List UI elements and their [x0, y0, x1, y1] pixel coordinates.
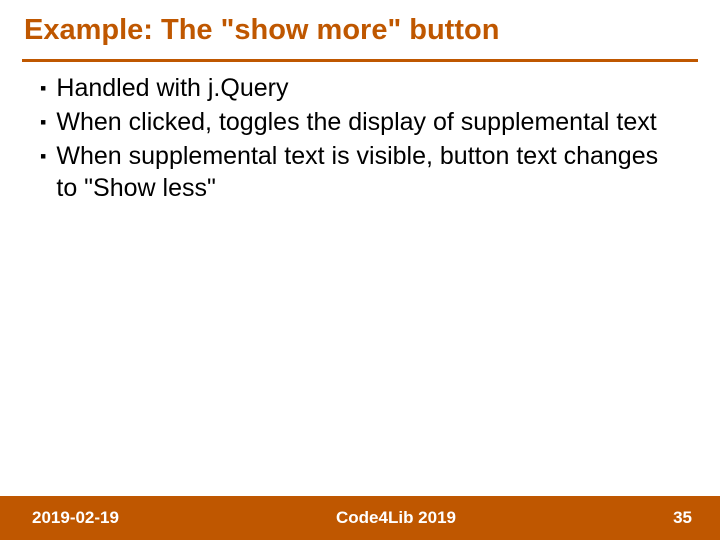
list-item: ▪ When clicked, toggles the display of s…	[40, 106, 666, 138]
bullet-icon: ▪	[40, 140, 46, 172]
bullet-icon: ▪	[40, 106, 46, 138]
list-item: ▪ Handled with j.Query	[40, 72, 666, 104]
footer-page-number: 35	[673, 508, 720, 528]
bullet-icon: ▪	[40, 72, 46, 104]
footer-event: Code4Lib 2019	[119, 508, 673, 528]
bullet-text: Handled with j.Query	[56, 72, 666, 104]
title-area: Example: The "show more" button	[0, 0, 720, 53]
footer-bar: 2019-02-19 Code4Lib 2019 35	[0, 496, 720, 540]
list-item: ▪ When supplemental text is visible, but…	[40, 140, 666, 204]
footer-date: 2019-02-19	[0, 508, 119, 528]
bullet-text: When clicked, toggles the display of sup…	[56, 106, 666, 138]
bullet-list: ▪ Handled with j.Query ▪ When clicked, t…	[40, 72, 666, 204]
content-area: ▪ Handled with j.Query ▪ When clicked, t…	[0, 62, 720, 204]
slide-title: Example: The "show more" button	[24, 14, 696, 47]
slide: Example: The "show more" button ▪ Handle…	[0, 0, 720, 540]
bullet-text: When supplemental text is visible, butto…	[56, 140, 666, 204]
